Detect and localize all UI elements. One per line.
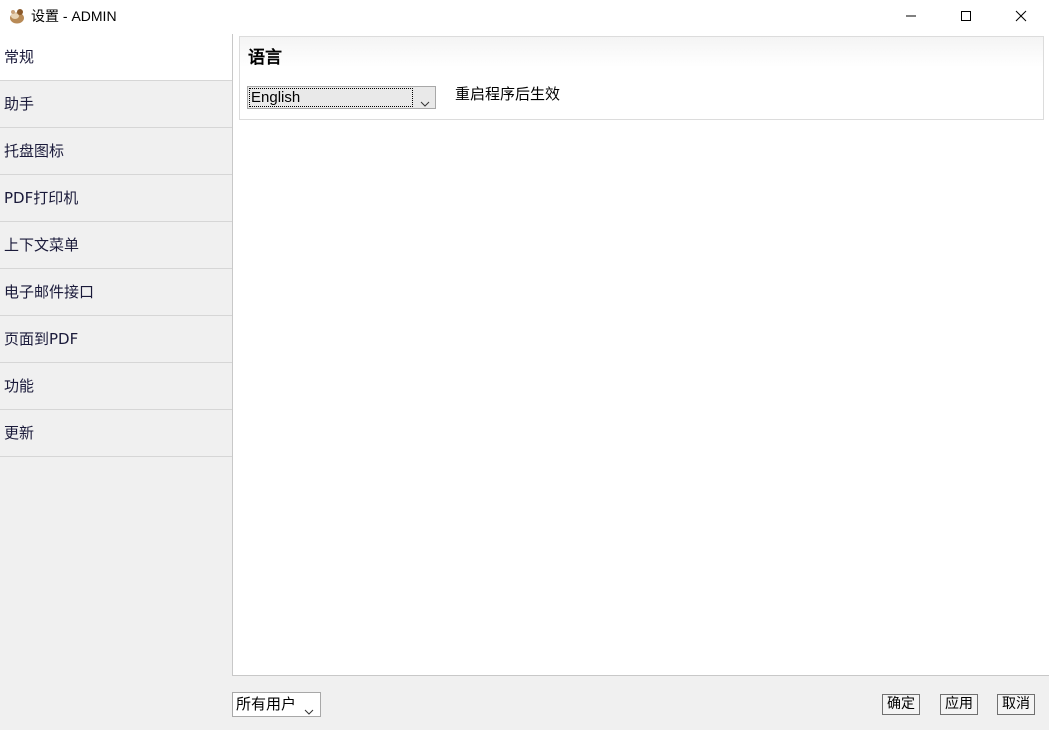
- restart-note: 重启程序后生效: [455, 85, 561, 103]
- language-select[interactable]: English: [247, 86, 436, 109]
- sidebar-item-pdf-printer[interactable]: PDF打印机: [0, 175, 235, 222]
- apply-button[interactable]: 应用: [940, 694, 978, 715]
- chevron-down-icon: [420, 93, 430, 112]
- minimize-button[interactable]: [888, 0, 934, 32]
- maximize-button[interactable]: [943, 0, 989, 32]
- settings-sidebar: 常规 助手 托盘图标 PDF打印机 上下文菜单 电子邮件接口 页面到PDF 功能…: [0, 34, 235, 730]
- cancel-button[interactable]: 取消: [997, 694, 1035, 715]
- minimize-icon: [906, 15, 916, 17]
- sidebar-item-email-interface[interactable]: 电子邮件接口: [0, 269, 235, 316]
- sidebar-item-context-menu[interactable]: 上下文菜单: [0, 222, 235, 269]
- language-select-value: English: [249, 88, 413, 107]
- maximize-icon: [961, 11, 971, 21]
- sidebar-item-tray-icon[interactable]: 托盘图标: [0, 128, 235, 175]
- language-group-title: 语言: [248, 48, 282, 68]
- title-bar: 设置 - ADMIN: [0, 0, 1049, 34]
- chevron-down-icon: [304, 701, 314, 720]
- scope-select[interactable]: 所有用户: [232, 692, 321, 717]
- ok-button[interactable]: 确定: [882, 694, 920, 715]
- sidebar-item-updates[interactable]: 更新: [0, 410, 235, 457]
- language-group: 语言 English 重启程序后生效: [239, 36, 1044, 120]
- close-button[interactable]: [998, 0, 1044, 32]
- sidebar-item-general[interactable]: 常规: [0, 34, 235, 81]
- sidebar-item-assistant[interactable]: 助手: [0, 81, 235, 128]
- scope-select-value: 所有用户: [236, 695, 297, 713]
- sidebar-item-features[interactable]: 功能: [0, 363, 235, 410]
- window-title: 设置 - ADMIN: [31, 8, 117, 24]
- sidebar-item-page-to-pdf[interactable]: 页面到PDF: [0, 316, 235, 363]
- app-logo-icon: [8, 7, 26, 25]
- close-icon: [1015, 10, 1027, 22]
- settings-panel: 语言 English 重启程序后生效: [232, 34, 1049, 676]
